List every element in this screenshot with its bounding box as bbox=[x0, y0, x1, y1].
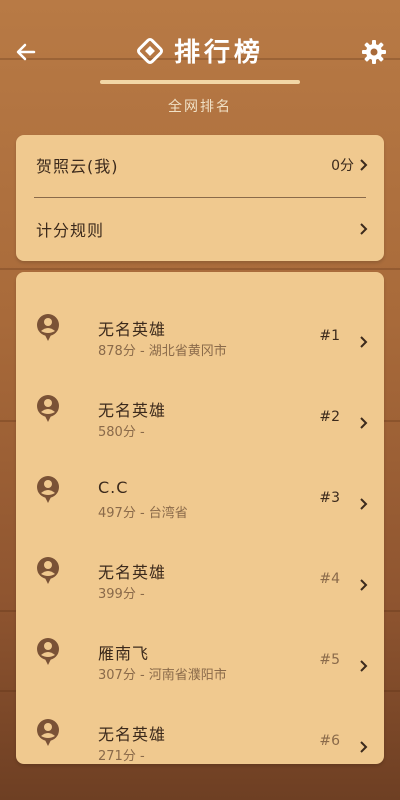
player-score-location: 307分 - 河南省濮阳市 bbox=[98, 668, 227, 683]
chevron-right-icon bbox=[360, 417, 368, 429]
chevron-right-icon bbox=[360, 660, 368, 672]
wood-grain bbox=[0, 268, 400, 270]
player-rank: #1 bbox=[319, 328, 340, 344]
user-icon bbox=[37, 476, 59, 503]
settings-button[interactable] bbox=[360, 38, 388, 66]
title-area: 排行榜 bbox=[0, 32, 400, 69]
chevron-right-icon bbox=[360, 336, 368, 348]
player-name: 无名英雄 bbox=[98, 725, 167, 744]
ranking-row[interactable]: C.C 497分 - 台湾省 #3 bbox=[16, 452, 384, 532]
chevron-right-icon bbox=[360, 579, 368, 591]
player-rank: #2 bbox=[319, 409, 340, 425]
chevron-right-icon bbox=[360, 498, 368, 510]
title-underline bbox=[100, 80, 300, 84]
ranking-row[interactable]: 雁南飞 307分 - 河南省濮阳市 #5 bbox=[16, 614, 384, 694]
user-icon bbox=[37, 719, 59, 746]
player-score-location: 878分 - 湖北省黄冈市 bbox=[98, 344, 227, 359]
ranking-list: 无名英雄 878分 - 湖北省黄冈市 #1 无名英雄 580分 - #2 C.C… bbox=[16, 272, 384, 764]
scoring-rules-row[interactable]: 计分规则 bbox=[16, 199, 384, 259]
chevron-right-icon bbox=[360, 223, 368, 235]
user-icon bbox=[37, 395, 59, 422]
player-rank: #5 bbox=[319, 652, 340, 668]
chevron-right-icon bbox=[360, 741, 368, 753]
player-name: 无名英雄 bbox=[98, 320, 167, 339]
diamond-icon bbox=[136, 37, 163, 64]
ranking-row[interactable]: 无名英雄 878分 - 湖北省黄冈市 #1 bbox=[16, 290, 384, 370]
my-score: 0分 bbox=[331, 158, 354, 174]
ranking-row[interactable]: 无名英雄 271分 - #6 bbox=[16, 695, 384, 775]
my-score-row[interactable]: 贺照云(我) 0分 bbox=[16, 135, 384, 195]
summary-card: 贺照云(我) 0分 计分规则 bbox=[16, 135, 384, 261]
chevron-right-icon bbox=[360, 159, 368, 171]
player-score-location: 271分 - bbox=[98, 749, 145, 764]
player-name: 无名英雄 bbox=[98, 563, 167, 582]
ranking-row[interactable]: 无名英雄 399分 - #4 bbox=[16, 533, 384, 613]
scoring-rules-label: 计分规则 bbox=[36, 221, 105, 240]
my-name: 贺照云(我) bbox=[36, 157, 119, 176]
player-rank: #6 bbox=[319, 733, 340, 749]
player-name: 无名英雄 bbox=[98, 401, 167, 420]
user-icon bbox=[37, 638, 59, 665]
player-rank: #3 bbox=[319, 490, 340, 506]
user-icon bbox=[37, 557, 59, 584]
page-subtitle: 全网排名 bbox=[168, 99, 232, 115]
player-rank: #4 bbox=[319, 571, 340, 587]
player-score-location: 497分 - 台湾省 bbox=[98, 506, 188, 521]
player-score-location: 399分 - bbox=[98, 587, 145, 602]
gear-icon bbox=[362, 40, 386, 64]
user-icon bbox=[37, 314, 59, 341]
ranking-row[interactable]: 无名英雄 580分 - #2 bbox=[16, 371, 384, 451]
player-name: C.C bbox=[98, 478, 129, 497]
divider bbox=[34, 197, 366, 198]
player-name: 雁南飞 bbox=[98, 644, 150, 663]
header: 排行榜 全网排名 bbox=[0, 0, 400, 120]
page-title: 排行榜 bbox=[173, 38, 264, 68]
player-score-location: 580分 - bbox=[98, 425, 145, 440]
